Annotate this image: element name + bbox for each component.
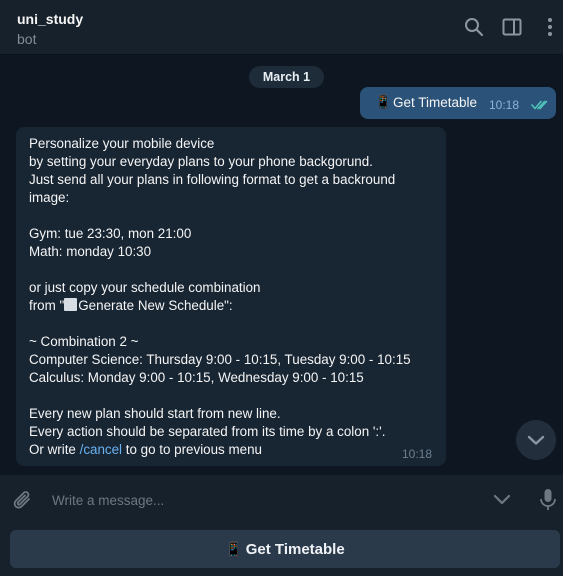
get-timetable-button[interactable]: 📱 Get Timetable: [10, 530, 560, 568]
message-line: or just copy your schedule combination: [29, 280, 261, 295]
reply-keyboard: 📱 Get Timetable: [0, 525, 563, 576]
message-line: ~ Combination 2 ~: [29, 334, 139, 349]
message-line: Personalize your mobile device: [29, 136, 215, 151]
more-vertical-icon[interactable]: [540, 17, 560, 37]
message-line: Math: monday 10:30: [29, 244, 152, 259]
incoming-message-time: 10:18: [402, 447, 433, 461]
chevron-down-icon: [527, 435, 545, 445]
incoming-message-text: Personalize your mobile device by settin…: [29, 135, 434, 459]
double-check-icon: [531, 100, 548, 110]
date-separator: March 1: [249, 66, 324, 88]
message-line: image:: [29, 190, 70, 205]
outgoing-message-text: Get Timetable: [393, 95, 478, 110]
message-line: Every new plan should start from new lin…: [29, 406, 281, 421]
telegram-chat-window: uni_study bot March 1 📱 Get Timetable 10…: [0, 0, 563, 576]
chat-header: uni_study bot: [0, 0, 563, 55]
search-icon[interactable]: [464, 17, 484, 37]
message-line: by setting your everyday plans to your p…: [29, 154, 373, 169]
message-line: Gym: tue 23:30, mon 21:00: [29, 226, 192, 241]
message-composer: [0, 475, 563, 525]
sidebar-toggle-icon[interactable]: [502, 17, 522, 37]
incoming-message[interactable]: Personalize your mobile device by settin…: [16, 127, 446, 466]
message-line: Every action should be separated from it…: [29, 424, 386, 439]
outgoing-message-time: 10:18: [489, 98, 520, 112]
message-line: Just send all your plans in following fo…: [29, 172, 396, 187]
chat-title[interactable]: uni_study: [17, 11, 83, 27]
cancel-command-link[interactable]: /cancel: [80, 442, 122, 457]
message-line: Calculus: Monday 9:00 - 10:15, Wednesday…: [29, 370, 364, 385]
keyboard-toggle-chevron-icon[interactable]: [492, 491, 512, 509]
message-line: Or write: [29, 442, 80, 457]
scroll-to-bottom-button[interactable]: [516, 420, 556, 460]
message-line: Generate New Schedule":: [78, 298, 233, 313]
message-input[interactable]: [52, 485, 472, 515]
get-timetable-label: Get Timetable: [245, 540, 345, 558]
message-line: from ": [29, 298, 65, 313]
phone-emoji: 📱: [375, 94, 392, 109]
message-line: to go to previous menu: [122, 442, 262, 457]
outgoing-message[interactable]: 📱 Get Timetable 10:18: [360, 87, 556, 119]
message-list[interactable]: March 1 📱 Get Timetable 10:18 Personaliz…: [0, 56, 563, 475]
memo-emoji-icon: [64, 298, 78, 311]
phone-emoji: 📱: [225, 540, 243, 557]
message-line: Computer Science: Thursday 9:00 - 10:15,…: [29, 352, 411, 367]
paperclip-icon[interactable]: [12, 488, 34, 512]
microphone-icon[interactable]: [539, 488, 557, 512]
chat-status: bot: [17, 31, 37, 47]
